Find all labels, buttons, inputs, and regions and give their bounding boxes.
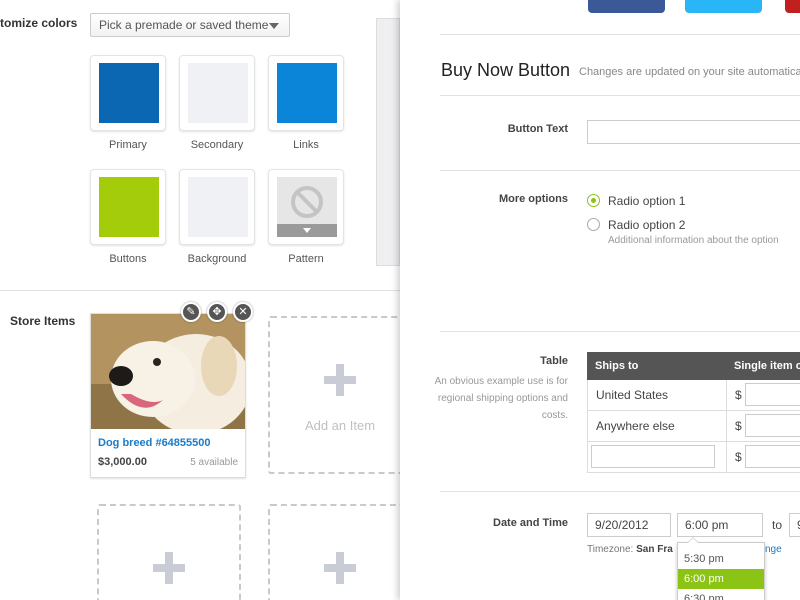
timezone-row: Timezone: San Fra	[587, 544, 673, 555]
background-color-fill	[188, 177, 248, 237]
table-row: $	[587, 442, 800, 473]
radio-option-2-label: Radio option 2	[608, 218, 686, 232]
customize-colors-label: tomize colors	[0, 16, 78, 30]
store-items-label: Store Items	[10, 314, 76, 328]
time-input[interactable]: 6:00 pm	[677, 513, 763, 537]
shipping-table: Ships to Single item c United States $ A…	[587, 352, 800, 473]
add-item-slot[interactable]	[268, 504, 400, 600]
radio-option-2[interactable]	[587, 218, 600, 231]
currency-symbol: $	[735, 388, 742, 402]
divider	[440, 331, 800, 332]
panel-title: Buy Now Button	[441, 60, 571, 80]
no-pattern-icon	[291, 186, 323, 218]
plus-icon	[324, 364, 356, 396]
timezone-change-text: nge	[765, 544, 782, 555]
theme-customizer-panel: tomize colors Pick a premade or saved th…	[0, 0, 400, 600]
item-price: $3,000.00	[98, 456, 147, 468]
swatch-label-pattern: Pattern	[288, 253, 324, 265]
table-row: Anywhere else $	[587, 411, 800, 442]
links-color-fill	[277, 63, 337, 123]
price-input[interactable]	[745, 445, 800, 468]
move-icon[interactable]: ✥	[207, 302, 227, 322]
edit-icon[interactable]: ✎	[181, 302, 201, 322]
cell-divider	[726, 442, 727, 472]
header-single-item: Single item c	[734, 360, 800, 372]
divider	[440, 95, 800, 96]
twitter-button[interactable]	[685, 0, 762, 13]
item-availability: 5 available	[190, 457, 238, 468]
swatch-label-primary: Primary	[109, 139, 147, 151]
header-ships-to: Ships to	[595, 360, 639, 372]
plus-icon	[153, 552, 185, 584]
facebook-button[interactable]	[588, 0, 665, 13]
table-label: Table	[540, 355, 568, 367]
plus-icon	[324, 552, 356, 584]
cell-divider	[726, 411, 727, 441]
ships-to-input[interactable]	[591, 445, 715, 468]
swatch-label-links: Links	[293, 139, 319, 151]
table-description: An obvious example use is for regional s…	[434, 376, 568, 421]
theme-select-placeholder: Pick a premade or saved theme	[99, 18, 269, 32]
pinterest-button[interactable]	[785, 0, 800, 13]
table-row: United States $	[587, 380, 800, 411]
swatch-buttons[interactable]	[90, 169, 166, 245]
button-text-input[interactable]	[587, 120, 800, 144]
swatch-label-background: Background	[187, 253, 247, 265]
cell-divider	[726, 380, 727, 410]
dog-photo	[91, 314, 245, 429]
swatch-pattern[interactable]	[268, 169, 344, 245]
time-option-selected[interactable]: 6:00 pm	[678, 569, 764, 589]
timezone-value: San Fra	[636, 544, 673, 555]
secondary-color-fill	[188, 63, 248, 123]
add-item-label: Add an Item	[304, 418, 376, 433]
panel-subtitle: Changes are updated on your site automat…	[579, 66, 800, 78]
timezone-change-link[interactable]: nge	[765, 544, 782, 555]
close-icon[interactable]: ✕	[233, 302, 253, 322]
currency-symbol: $	[735, 419, 742, 433]
buttons-color-fill	[99, 177, 159, 237]
divider	[440, 34, 800, 35]
settings-panel: Buy Now Button Changes are updated on yo…	[400, 0, 800, 600]
swatch-label-buttons: Buttons	[109, 253, 147, 265]
more-options-label: More options	[498, 193, 568, 205]
divider	[440, 491, 800, 492]
time-option[interactable]: 5:30 pm	[678, 549, 764, 569]
ships-to-cell: Anywhere else	[596, 419, 675, 433]
chevron-down-icon	[269, 23, 279, 29]
swatch-secondary[interactable]	[179, 55, 255, 131]
add-item-button[interactable]: Add an Item	[268, 316, 400, 474]
timezone-prefix: Timezone:	[587, 544, 634, 555]
end-date-input[interactable]: 9	[789, 513, 800, 537]
date-input[interactable]: 9/20/2012	[587, 513, 671, 537]
swatch-background[interactable]	[179, 169, 255, 245]
price-input[interactable]	[745, 383, 800, 406]
radio-option-2-help: Additional information about the option	[608, 235, 779, 246]
swatch-label-secondary: Secondary	[190, 139, 244, 151]
currency-symbol: $	[735, 450, 742, 464]
radio-option-1[interactable]	[587, 194, 600, 207]
table-header: Ships to Single item c	[587, 352, 800, 380]
radio-option-1-label: Radio option 1	[608, 194, 686, 208]
store-item-card[interactable]: Dog breed #64855500 $3,000.00 5 availabl…	[90, 313, 246, 478]
divider	[440, 170, 800, 171]
swatch-primary[interactable]	[90, 55, 166, 131]
theme-select[interactable]: Pick a premade or saved theme	[90, 13, 290, 37]
time-option[interactable]: 6:30 pm	[678, 589, 764, 600]
add-item-slot[interactable]	[97, 504, 241, 600]
primary-color-fill	[99, 63, 159, 123]
section-divider	[0, 290, 400, 291]
date-time-label: Date and Time	[493, 517, 568, 529]
to-label: to	[772, 518, 783, 532]
ships-to-cell: United States	[596, 388, 669, 402]
swatch-links[interactable]	[268, 55, 344, 131]
preview-strip	[376, 18, 400, 266]
pattern-dropdown-bar	[277, 224, 337, 237]
item-name-link[interactable]: Dog breed #64855500	[98, 437, 211, 449]
button-text-label: Button Text	[507, 123, 568, 135]
pattern-fill	[277, 177, 337, 237]
price-input[interactable]	[745, 414, 800, 437]
time-dropdown: 5:30 pm 6:00 pm 6:30 pm	[677, 537, 765, 600]
